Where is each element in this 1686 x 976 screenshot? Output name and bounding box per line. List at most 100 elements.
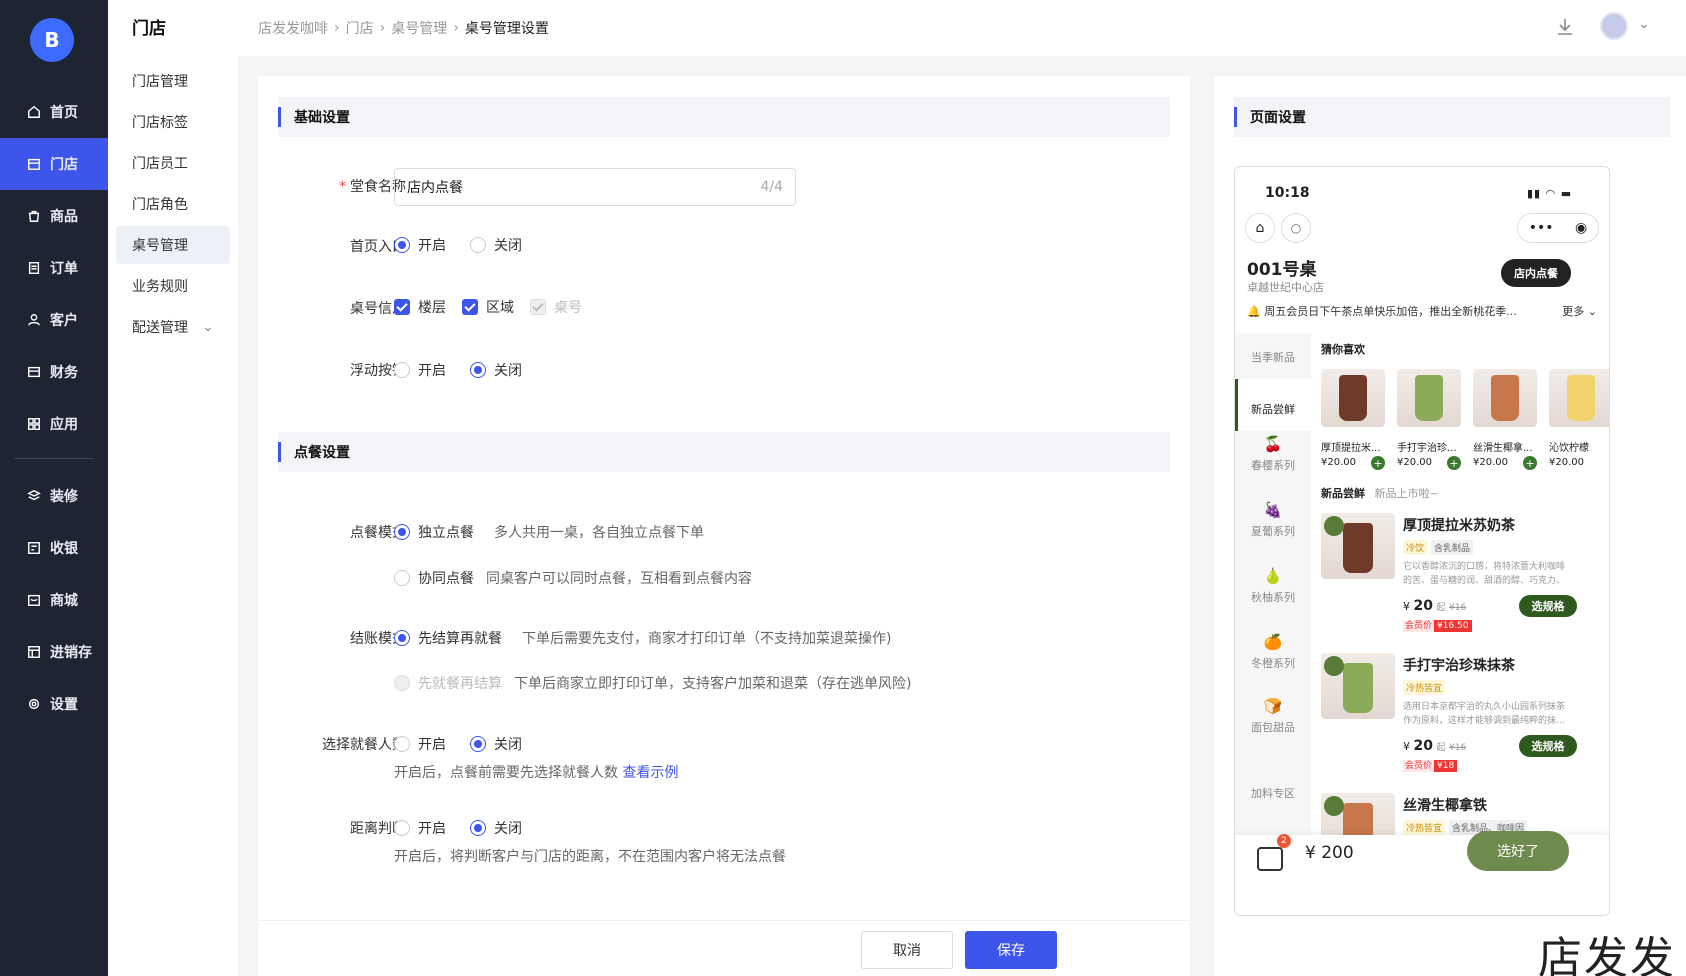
home-icon[interactable]: ⌂: [1245, 213, 1275, 243]
pay-first-radio[interactable]: 先结算再就餐 下单后需要先支付，商家才打印订单（不支持加菜退菜操作): [394, 628, 891, 648]
breadcrumb-separator: ›: [379, 20, 386, 36]
field-label-name: * 堂食名称: [339, 179, 406, 195]
breadcrumb-item[interactable]: 店发发咖啡: [258, 18, 328, 38]
name-input[interactable]: 店内点餐 4/4: [394, 168, 796, 206]
cart-count-badge: 2: [1277, 834, 1291, 848]
select-spec-button[interactable]: 选规格: [1519, 735, 1577, 757]
guess-thumb[interactable]: [1321, 369, 1385, 427]
store-name: 卓越世纪中心店: [1247, 281, 1324, 294]
main-nav: B 首页 门店 商品订单客户财务 应用装修收银 商城 进销存 设置: [0, 0, 108, 976]
submenu-item-3[interactable]: 门店角色: [116, 185, 230, 223]
apps-icon: [24, 414, 44, 434]
target-icon: ◉: [1575, 220, 1588, 236]
capsule-menu[interactable]: ••• ◉: [1517, 213, 1599, 243]
app-logo[interactable]: B: [30, 18, 74, 62]
order-icon: [24, 258, 44, 278]
people-on-radio[interactable]: 开启: [394, 734, 446, 754]
add-icon[interactable]: +: [1447, 456, 1461, 470]
add-icon[interactable]: +: [1523, 456, 1537, 470]
avatar[interactable]: [1600, 12, 1628, 40]
chevron-down-icon[interactable]: ⌄: [1638, 16, 1650, 32]
inventory-icon: [24, 642, 44, 662]
guess-thumb[interactable]: [1549, 369, 1609, 427]
guess-price: ¥20.00: [1473, 457, 1508, 468]
download-icon[interactable]: [1554, 16, 1576, 42]
nav-item-label: 客户: [50, 313, 78, 329]
entry-on-radio[interactable]: 开启: [394, 235, 446, 255]
table-number: 001号桌: [1247, 260, 1317, 280]
float-off-radio[interactable]: 关闭: [470, 360, 522, 380]
product-thumb[interactable]: [1321, 653, 1395, 719]
nav-item-10[interactable]: 进销存: [0, 626, 108, 678]
nav-item-5[interactable]: 财务: [0, 346, 108, 398]
submenu-item-1[interactable]: 门店标签: [116, 103, 230, 141]
done-button[interactable]: 选好了: [1467, 831, 1569, 871]
breadcrumb-item[interactable]: 门店: [346, 18, 374, 38]
breadcrumb-item[interactable]: 桌号管理: [391, 18, 447, 38]
submenu-item-4[interactable]: 桌号管理: [116, 226, 230, 264]
submenu-item-6[interactable]: 配送管理 ⌄: [116, 308, 230, 346]
nav-item-7[interactable]: 装修: [0, 470, 108, 522]
settings-form-panel: 基础设置 * 堂食名称 店内点餐 4/4 首页入口 开启 关闭 桌号信息 楼层 区域…: [258, 76, 1190, 976]
nav-item-6[interactable]: 应用: [0, 398, 108, 450]
guess-name: 丝滑生椰拿...: [1473, 443, 1533, 454]
save-button[interactable]: 保存: [965, 931, 1057, 969]
breadcrumb-current: 桌号管理设置: [464, 21, 549, 37]
category-item-0[interactable]: 当季新品: [1235, 349, 1311, 365]
nav-item-9[interactable]: 商城: [0, 574, 108, 626]
category-item-7[interactable]: 加料专区: [1235, 785, 1311, 801]
nav-item-1[interactable]: 门店: [0, 138, 108, 190]
field-label-pay: 结账模式: [350, 631, 406, 647]
mode-collab-radio[interactable]: 协同点餐 同桌客户可以同时点餐，互相看到点餐内容: [394, 568, 752, 588]
nav-item-label: 装修: [50, 489, 78, 505]
submenu-item-5[interactable]: 业务规则: [116, 267, 230, 305]
entry-off-radio[interactable]: 关闭: [470, 235, 522, 255]
nav-item-11[interactable]: 设置: [0, 678, 108, 730]
guess-price: ¥20.00: [1321, 457, 1356, 468]
layers-icon: [24, 486, 44, 506]
guess-thumb[interactable]: [1473, 369, 1537, 427]
submenu-item-2[interactable]: 门店员工: [116, 144, 230, 182]
mode-independent-radio[interactable]: 独立点餐 多人共用一桌，各自独立点餐下单: [394, 522, 704, 542]
category-item-1[interactable]: 新品尝鲜: [1235, 401, 1311, 417]
nav-item-8[interactable]: 收银: [0, 522, 108, 574]
distance-on-radio[interactable]: 开启: [394, 818, 446, 838]
people-off-radio[interactable]: 关闭: [470, 734, 522, 754]
cancel-button[interactable]: 取消: [861, 931, 953, 969]
search-icon[interactable]: ○: [1281, 213, 1311, 243]
nav-item-label: 订单: [50, 261, 78, 277]
select-spec-button[interactable]: 选规格: [1519, 595, 1577, 617]
view-example-link[interactable]: 查看示例: [622, 765, 678, 781]
mall-icon: [24, 590, 44, 610]
nav-item-0[interactable]: 首页: [0, 86, 108, 138]
submenu-title: 门店: [132, 19, 166, 39]
dine-in-button[interactable]: 店内点餐: [1501, 259, 1571, 287]
guess-name: 厚顶提拉米...: [1321, 443, 1381, 454]
distance-off-radio[interactable]: 关闭: [470, 818, 522, 838]
floor-checkbox[interactable]: 楼层: [394, 297, 446, 317]
nav-item-3[interactable]: 订单: [0, 242, 108, 294]
category-item-5[interactable]: 🍊 冬橙系列: [1235, 633, 1311, 671]
nav-item-4[interactable]: 客户: [0, 294, 108, 346]
breadcrumb: 店发发咖啡 › 门店 › 桌号管理 › 桌号管理设置: [258, 18, 549, 38]
new-badge-icon: [1324, 796, 1344, 816]
nav-item-2[interactable]: 商品: [0, 190, 108, 242]
category-icon: 🍞: [1263, 697, 1283, 715]
bell-icon: 🔔: [1247, 305, 1261, 318]
home-icon: [24, 102, 44, 122]
submenu-item-0[interactable]: 门店管理: [116, 62, 230, 100]
top-bar: 店发发咖啡 › 门店 › 桌号管理 › 桌号管理设置 ⌄: [238, 0, 1686, 56]
area-checkbox[interactable]: 区域: [462, 297, 514, 317]
cart-icon[interactable]: [1257, 847, 1283, 871]
category-item-6[interactable]: 🍞 面包甜品: [1235, 697, 1311, 735]
guess-thumb[interactable]: [1397, 369, 1461, 427]
float-on-radio[interactable]: 开启: [394, 360, 446, 380]
product-thumb[interactable]: [1321, 513, 1395, 579]
category-item-3[interactable]: 🍇 夏葡系列: [1235, 501, 1311, 539]
notice-bar[interactable]: 🔔 周五会员日下午茶点单快乐加倍，推出全新桃花季... 更多 ⌄: [1247, 303, 1597, 319]
add-icon[interactable]: +: [1371, 456, 1385, 470]
category-item-2[interactable]: 🍒 春樱系列: [1235, 435, 1311, 473]
chevron-down-icon: ⌄: [202, 319, 214, 335]
category-item-4[interactable]: 🍐 秋柚系列: [1235, 567, 1311, 605]
field-label-table-info: 桌号信息: [350, 301, 406, 317]
